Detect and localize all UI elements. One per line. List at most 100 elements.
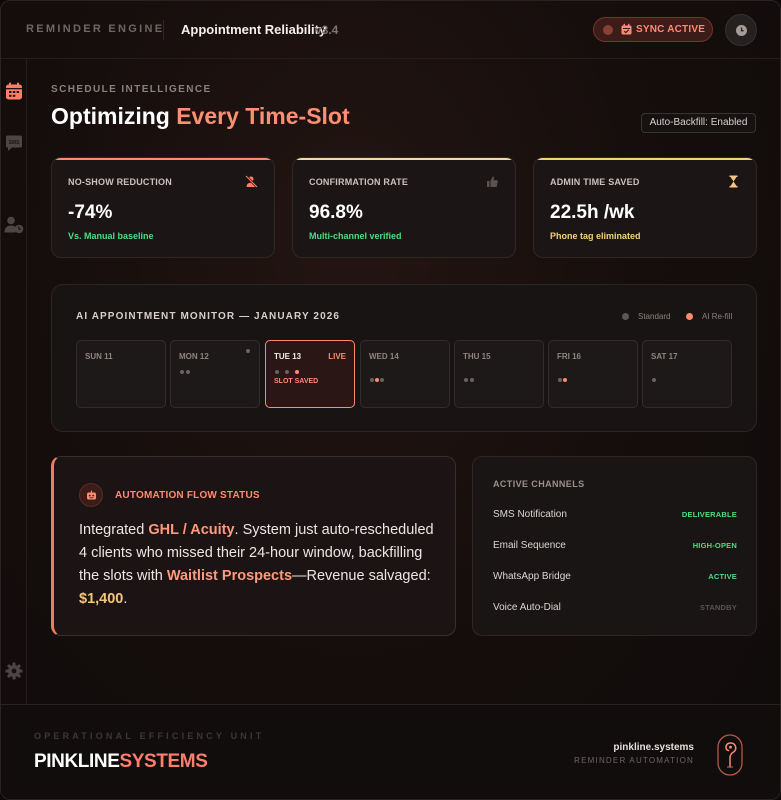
appointment-dot-standard bbox=[558, 378, 562, 382]
calendar-icon bbox=[6, 82, 22, 100]
appointment-dot-standard bbox=[180, 370, 184, 374]
stat-accent-bar bbox=[534, 158, 756, 160]
appointment-dot-ai-refill bbox=[295, 370, 299, 374]
day-label: SUN 11 bbox=[85, 352, 113, 361]
stat-value: 22.5h /wk bbox=[550, 202, 635, 223]
channel-name: SMS Notification bbox=[493, 509, 567, 520]
stat-accent-bar bbox=[52, 158, 274, 160]
stat-card-no-show: NO-SHOW REDUCTION -74% Vs. Manual baseli… bbox=[51, 157, 275, 258]
thumbs-up-icon bbox=[486, 175, 499, 188]
stat-label: NO-SHOW REDUCTION bbox=[68, 177, 172, 187]
appointment-dot-standard bbox=[186, 370, 190, 374]
channel-name: WhatsApp Bridge bbox=[493, 571, 571, 582]
channel-row-voice[interactable]: Voice Auto-Dial STANDBY bbox=[493, 602, 737, 616]
appointment-dot-standard bbox=[285, 370, 289, 374]
stat-card-admin-time: ADMIN TIME SAVED 22.5h /wk Phone tag eli… bbox=[533, 157, 757, 258]
channels-title: ACTIVE CHANNELS bbox=[493, 479, 585, 489]
company-logo: PINKLINESYSTEMS bbox=[34, 751, 208, 773]
day-label: MON 12 bbox=[179, 352, 209, 361]
automation-status-badge bbox=[79, 483, 103, 507]
stat-label: ADMIN TIME SAVED bbox=[550, 177, 640, 187]
legend-label: AI Re-fill bbox=[702, 312, 733, 321]
legend-dot-standard bbox=[622, 313, 629, 320]
stat-accent-bar bbox=[293, 158, 515, 160]
hourglass-icon bbox=[727, 175, 740, 188]
logo-text-white: PINKLINE bbox=[34, 751, 120, 772]
channel-status: ACTIVE bbox=[708, 572, 737, 581]
stat-value: 96.8% bbox=[309, 202, 363, 223]
brand-label: REMINDER ENGINE bbox=[26, 23, 165, 35]
stat-subtext: Vs. Manual baseline bbox=[68, 231, 154, 241]
channel-status: HIGH-OPEN bbox=[692, 541, 737, 550]
channel-status: DELIVERABLE bbox=[681, 510, 737, 519]
calendar-day-wed-14[interactable]: WED 14 bbox=[360, 340, 450, 408]
app-window: REMINDER ENGINE Appointment Reliability … bbox=[0, 0, 781, 800]
automation-text: —Revenue salvaged: bbox=[292, 568, 431, 584]
calendar-day-mon-12[interactable]: MON 12 bbox=[170, 340, 260, 408]
logo-text-pink: SYSTEMS bbox=[119, 751, 208, 772]
svg-text:SMS: SMS bbox=[9, 140, 21, 146]
legend-dot-ai-refill bbox=[686, 313, 693, 320]
sync-label: SYNC ACTIVE bbox=[636, 24, 706, 35]
app-version: v3.4 bbox=[315, 23, 339, 37]
sidebar-item-sms[interactable]: SMS bbox=[4, 133, 24, 153]
stat-subtext: Phone tag eliminated bbox=[550, 231, 641, 241]
footer: OPERATIONAL EFFICIENCY UNIT PINKLINESYST… bbox=[1, 704, 780, 799]
page-title-main: Optimizing bbox=[51, 103, 170, 129]
day-status-dot bbox=[246, 349, 250, 353]
auto-backfill-badge[interactable]: Auto-Backfill: Enabled bbox=[641, 113, 756, 133]
appointment-dot-ai-refill bbox=[563, 378, 567, 382]
day-label: TUE 13 bbox=[274, 352, 302, 361]
app-title: Appointment Reliability bbox=[181, 22, 327, 37]
live-tag: LIVE bbox=[328, 352, 346, 361]
page-title-accent: Every Time-Slot bbox=[176, 103, 350, 129]
section-eyebrow: SCHEDULE INTELLIGENCE bbox=[51, 84, 212, 95]
calendar-day-sun-11[interactable]: SUN 11 bbox=[76, 340, 166, 408]
top-bar: REMINDER ENGINE Appointment Reliability … bbox=[1, 1, 780, 59]
stat-label: CONFIRMATION RATE bbox=[309, 177, 409, 187]
day-label: WED 14 bbox=[369, 352, 399, 361]
topbar-divider bbox=[163, 20, 164, 40]
calendar-check-icon bbox=[620, 23, 633, 36]
sidebar-item-user-schedule[interactable] bbox=[4, 215, 24, 235]
calendar-day-thu-15[interactable]: THU 15 bbox=[454, 340, 544, 408]
sms-icon: SMS bbox=[6, 135, 22, 151]
day-label: SAT 17 bbox=[651, 352, 678, 361]
gear-icon bbox=[5, 662, 23, 680]
channel-name: Email Sequence bbox=[493, 540, 566, 551]
slot-saved-label: SLOT SAVED bbox=[274, 378, 319, 385]
history-button[interactable] bbox=[725, 14, 757, 46]
sidebar-item-calendar[interactable] bbox=[4, 81, 24, 101]
user-slash-icon bbox=[245, 175, 258, 188]
calendar-day-sat-17[interactable]: SAT 17 bbox=[642, 340, 732, 408]
day-label: THU 15 bbox=[463, 352, 491, 361]
sidebar-item-settings[interactable] bbox=[4, 661, 24, 681]
stat-value: -74% bbox=[68, 202, 113, 223]
calendar-day-fri-16[interactable]: FRI 16 bbox=[548, 340, 638, 408]
flamingo-logo-icon bbox=[717, 734, 743, 776]
robot-icon bbox=[87, 490, 96, 500]
appointment-dot-standard bbox=[464, 378, 468, 382]
clock-icon bbox=[736, 25, 747, 36]
sync-active-button[interactable]: SYNC ACTIVE bbox=[593, 17, 713, 42]
channel-status: STANDBY bbox=[699, 603, 737, 612]
active-channels-card: ACTIVE CHANNELS SMS Notification DELIVER… bbox=[472, 456, 757, 636]
user-clock-icon bbox=[4, 216, 24, 234]
waitlist-highlight: Waitlist Prospects bbox=[166, 568, 293, 584]
automation-flow-card: AUTOMATION FLOW STATUS Integrated GHL / … bbox=[51, 456, 456, 636]
channel-row-email[interactable]: Email Sequence HIGH-OPEN bbox=[493, 540, 737, 554]
channel-row-whatsapp[interactable]: WhatsApp Bridge ACTIVE bbox=[493, 571, 737, 585]
footer-eyebrow: OPERATIONAL EFFICIENCY UNIT bbox=[34, 731, 265, 741]
calendar-day-tue-13[interactable]: TUE 13 LIVE SLOT SAVED bbox=[265, 340, 355, 408]
footer-site-link[interactable]: pinkline.systems bbox=[613, 742, 694, 753]
appointment-dot-standard bbox=[370, 378, 374, 382]
page-title: Optimizing Every Time-Slot bbox=[51, 103, 350, 130]
appointment-dot-standard bbox=[275, 370, 279, 374]
automation-text: Integrated bbox=[79, 522, 149, 538]
appointment-dot-standard bbox=[652, 378, 656, 382]
footer-subtitle: REMINDER AUTOMATION bbox=[574, 756, 694, 765]
channel-row-sms[interactable]: SMS Notification DELIVERABLE bbox=[493, 509, 737, 523]
revenue-highlight: $1,400 bbox=[79, 591, 124, 607]
integration-highlight: GHL / Acuity bbox=[148, 522, 235, 538]
channel-name: Voice Auto-Dial bbox=[493, 602, 561, 613]
